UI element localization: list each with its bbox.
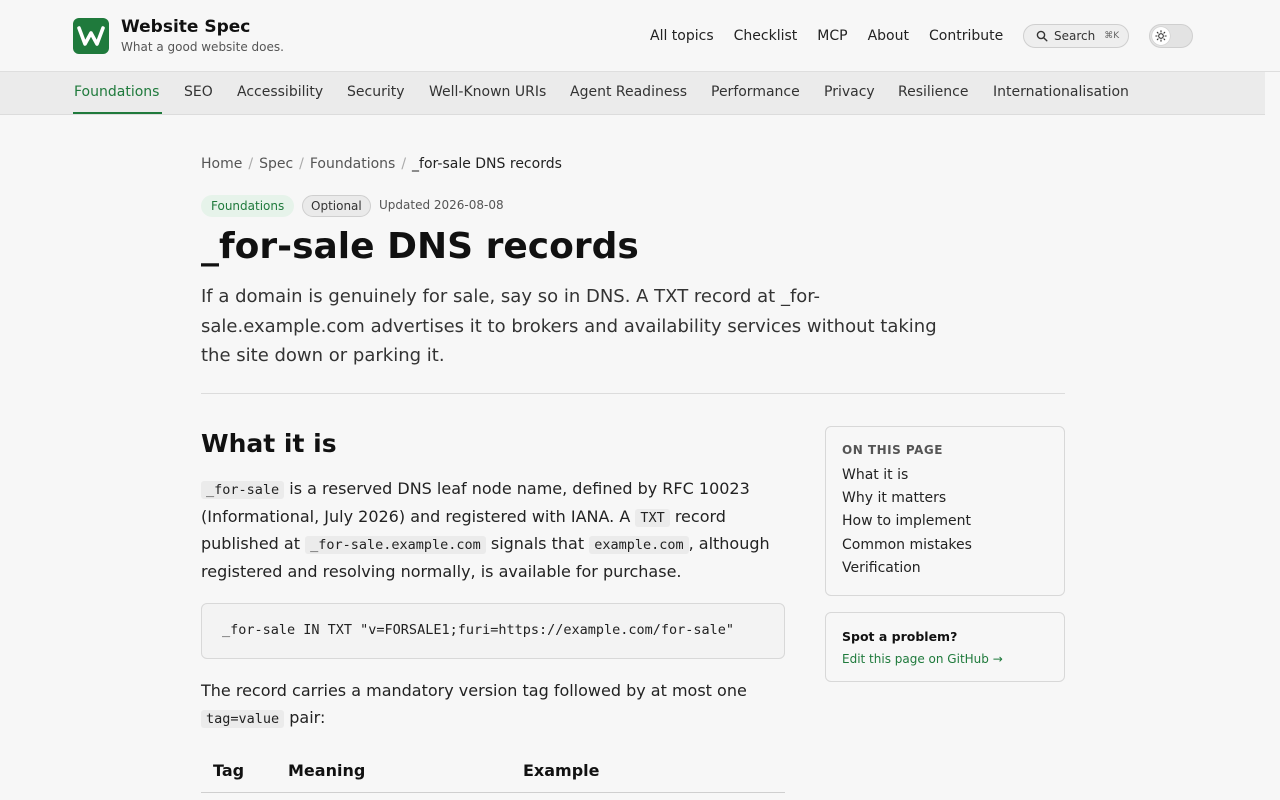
nav-contribute[interactable]: Contribute <box>929 26 1003 46</box>
nav-mcp[interactable]: MCP <box>817 26 847 46</box>
column-header-tag: Tag <box>213 761 245 780</box>
section-tab-privacy[interactable]: Privacy <box>824 84 875 100</box>
page-lede: If a domain is genuinely for sale, say s… <box>201 286 937 366</box>
section-tab-security[interactable]: Security <box>347 84 405 100</box>
column-header-example: Example <box>523 761 600 780</box>
column-header-meaning: Meaning <box>288 761 366 780</box>
section-tab-resilience[interactable]: Resilience <box>898 84 968 100</box>
toc-item-how-to-implement[interactable]: How to implement <box>842 510 1048 533</box>
toc-item-what-it-is[interactable]: What it is <box>842 464 1048 487</box>
nav-about[interactable]: About <box>868 26 909 46</box>
divider <box>201 393 1065 394</box>
page-title: _for-sale DNS records <box>201 226 639 267</box>
edit-on-github-link[interactable]: Edit this page on GitHub → <box>842 652 1003 666</box>
toc-title: ON THIS PAGE <box>842 443 943 457</box>
logo-w-icon <box>77 26 105 46</box>
toc-item-why-it-matters[interactable]: Why it matters <box>842 487 1048 510</box>
code-block[interactable]: _for-sale IN TXT "v=FORSALE1;furi=https:… <box>201 603 785 659</box>
section-nav: Foundations SEO Accessibility Security W… <box>0 72 1265 115</box>
search-shortcut: ⌘K <box>1104 31 1120 41</box>
category-badge[interactable]: Foundations <box>201 195 295 217</box>
tag-table-header: Tag Meaning Example <box>201 752 785 793</box>
paragraph-text: pair: <box>284 707 326 727</box>
inline-code: _for-sale.example.com <box>305 536 486 555</box>
problem-title: Spot a problem? <box>842 629 958 644</box>
top-nav: All topics Checklist MCP About Contribut… <box>650 26 1023 46</box>
paragraph-text: The record carries a mandatory version t… <box>201 681 747 700</box>
breadcrumb-spec[interactable]: Spec <box>259 156 293 172</box>
search-label: Search <box>1054 29 1096 43</box>
inline-code: _for-sale <box>201 481 285 499</box>
sun-icon <box>1155 30 1167 42</box>
table-of-contents: ON THIS PAGE What it is Why it matters H… <box>825 426 1065 596</box>
spot-a-problem-box: Spot a problem? Edit this page on GitHub… <box>825 612 1065 682</box>
theme-toggle-knob <box>1152 27 1170 45</box>
breadcrumb-home[interactable]: Home <box>201 156 242 172</box>
section-tab-seo[interactable]: SEO <box>184 84 213 100</box>
inline-code: TXT <box>635 508 670 527</box>
paragraph-tags: The record carries a mandatory version t… <box>201 678 791 732</box>
section-tab-well-known-uris[interactable]: Well-Known URIs <box>429 84 546 100</box>
status-badge: Optional <box>302 195 371 217</box>
breadcrumb: Home / Spec / Foundations / _for-sale DNS reco… <box>201 156 562 172</box>
breadcrumb-foundations[interactable]: Foundations <box>310 156 395 172</box>
theme-toggle[interactable] <box>1149 24 1193 48</box>
paragraph-definition: _for-sale is a reserved DNS leaf node na… <box>201 476 791 585</box>
toc-item-common-mistakes[interactable]: Common mistakes <box>842 534 1048 557</box>
section-heading-what-it-is: What it is <box>201 429 337 458</box>
section-tab-accessibility[interactable]: Accessibility <box>237 84 323 100</box>
section-tab-performance[interactable]: Performance <box>711 84 800 100</box>
toc-item-verification[interactable]: Verification <box>842 557 1048 580</box>
nav-all-topics[interactable]: All topics <box>650 26 714 46</box>
breadcrumb-separator: / <box>401 156 407 172</box>
inline-code: tag=value <box>201 709 285 728</box>
breadcrumb-current: _for-sale DNS records <box>412 156 562 172</box>
updated-date: Updated 2026-08-08 <box>379 198 504 212</box>
inline-code: example.com <box>589 536 689 555</box>
site-header: Website Spec What a good website does. A… <box>0 0 1280 72</box>
search-button[interactable]: Search ⌘K <box>1023 24 1129 48</box>
breadcrumb-separator: / <box>299 156 304 172</box>
active-tab-indicator <box>73 112 162 114</box>
site-logo[interactable] <box>73 18 109 54</box>
section-tab-agent-readiness[interactable]: Agent Readiness <box>570 84 687 100</box>
nav-checklist[interactable]: Checklist <box>734 26 798 46</box>
breadcrumb-separator: / <box>248 156 254 172</box>
section-tab-internationalisation[interactable]: Internationalisation <box>993 84 1129 100</box>
section-tab-foundations[interactable]: Foundations <box>74 84 159 100</box>
brand-title[interactable]: Website Spec <box>121 17 250 37</box>
brand-subtitle: What a good website does. <box>121 40 284 54</box>
search-icon <box>1036 30 1048 42</box>
paragraph-text: signals that <box>485 534 590 554</box>
